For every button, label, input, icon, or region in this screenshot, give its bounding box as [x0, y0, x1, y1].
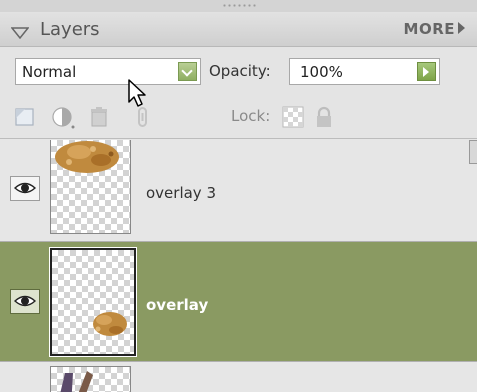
- more-button[interactable]: MORE: [404, 20, 465, 38]
- layer-thumbnail: [49, 247, 137, 357]
- layer-name: overlay: [146, 296, 209, 314]
- layer-row-overlay-3[interactable]: overlay 3: [0, 140, 477, 242]
- mouse-cursor-icon: [127, 78, 151, 112]
- dropdown-arrow-icon[interactable]: [178, 62, 197, 81]
- opacity-value: 100%: [300, 63, 343, 81]
- visibility-toggle[interactable]: [10, 289, 40, 314]
- panel-grip[interactable]: [0, 0, 477, 12]
- panel-title: Layers: [40, 19, 100, 40]
- lock-icon[interactable]: [313, 106, 335, 128]
- opacity-label: Opacity:: [209, 62, 271, 80]
- new-layer-icon[interactable]: [14, 106, 36, 128]
- layer-name: overlay 3: [146, 184, 216, 202]
- layer-tools-row: Lock:: [0, 97, 477, 139]
- layer-row[interactable]: [0, 362, 477, 392]
- eye-icon: [14, 295, 36, 307]
- visibility-toggle[interactable]: [10, 176, 40, 201]
- eye-icon: [14, 182, 36, 194]
- delete-layer-icon[interactable]: [88, 106, 110, 128]
- layer-thumbnail: [50, 140, 131, 234]
- lock-transparent-icon[interactable]: [282, 106, 304, 128]
- grip-dots: [222, 4, 256, 7]
- layer-row-overlay[interactable]: overlay: [0, 242, 477, 362]
- opacity-input[interactable]: 100%: [289, 58, 440, 85]
- blend-mode-value: Normal: [22, 63, 77, 81]
- adjustment-layer-icon[interactable]: [51, 106, 75, 129]
- lock-label: Lock:: [231, 107, 271, 125]
- panel-header: Layers MORE: [0, 12, 477, 47]
- scrollbar[interactable]: [469, 140, 477, 164]
- more-arrow-icon: [458, 22, 465, 34]
- layers-panel: Layers MORE Normal Opacity: 100% Lock: o…: [0, 0, 477, 392]
- collapse-triangle-icon[interactable]: [10, 24, 30, 43]
- blend-mode-select[interactable]: Normal: [15, 58, 201, 85]
- more-label: MORE: [403, 20, 455, 38]
- blend-row: Normal Opacity: 100%: [0, 47, 477, 97]
- arrow-right-icon[interactable]: [417, 62, 436, 81]
- layer-thumbnail: [50, 366, 131, 392]
- layers-list: overlay 3 overlay: [0, 140, 477, 392]
